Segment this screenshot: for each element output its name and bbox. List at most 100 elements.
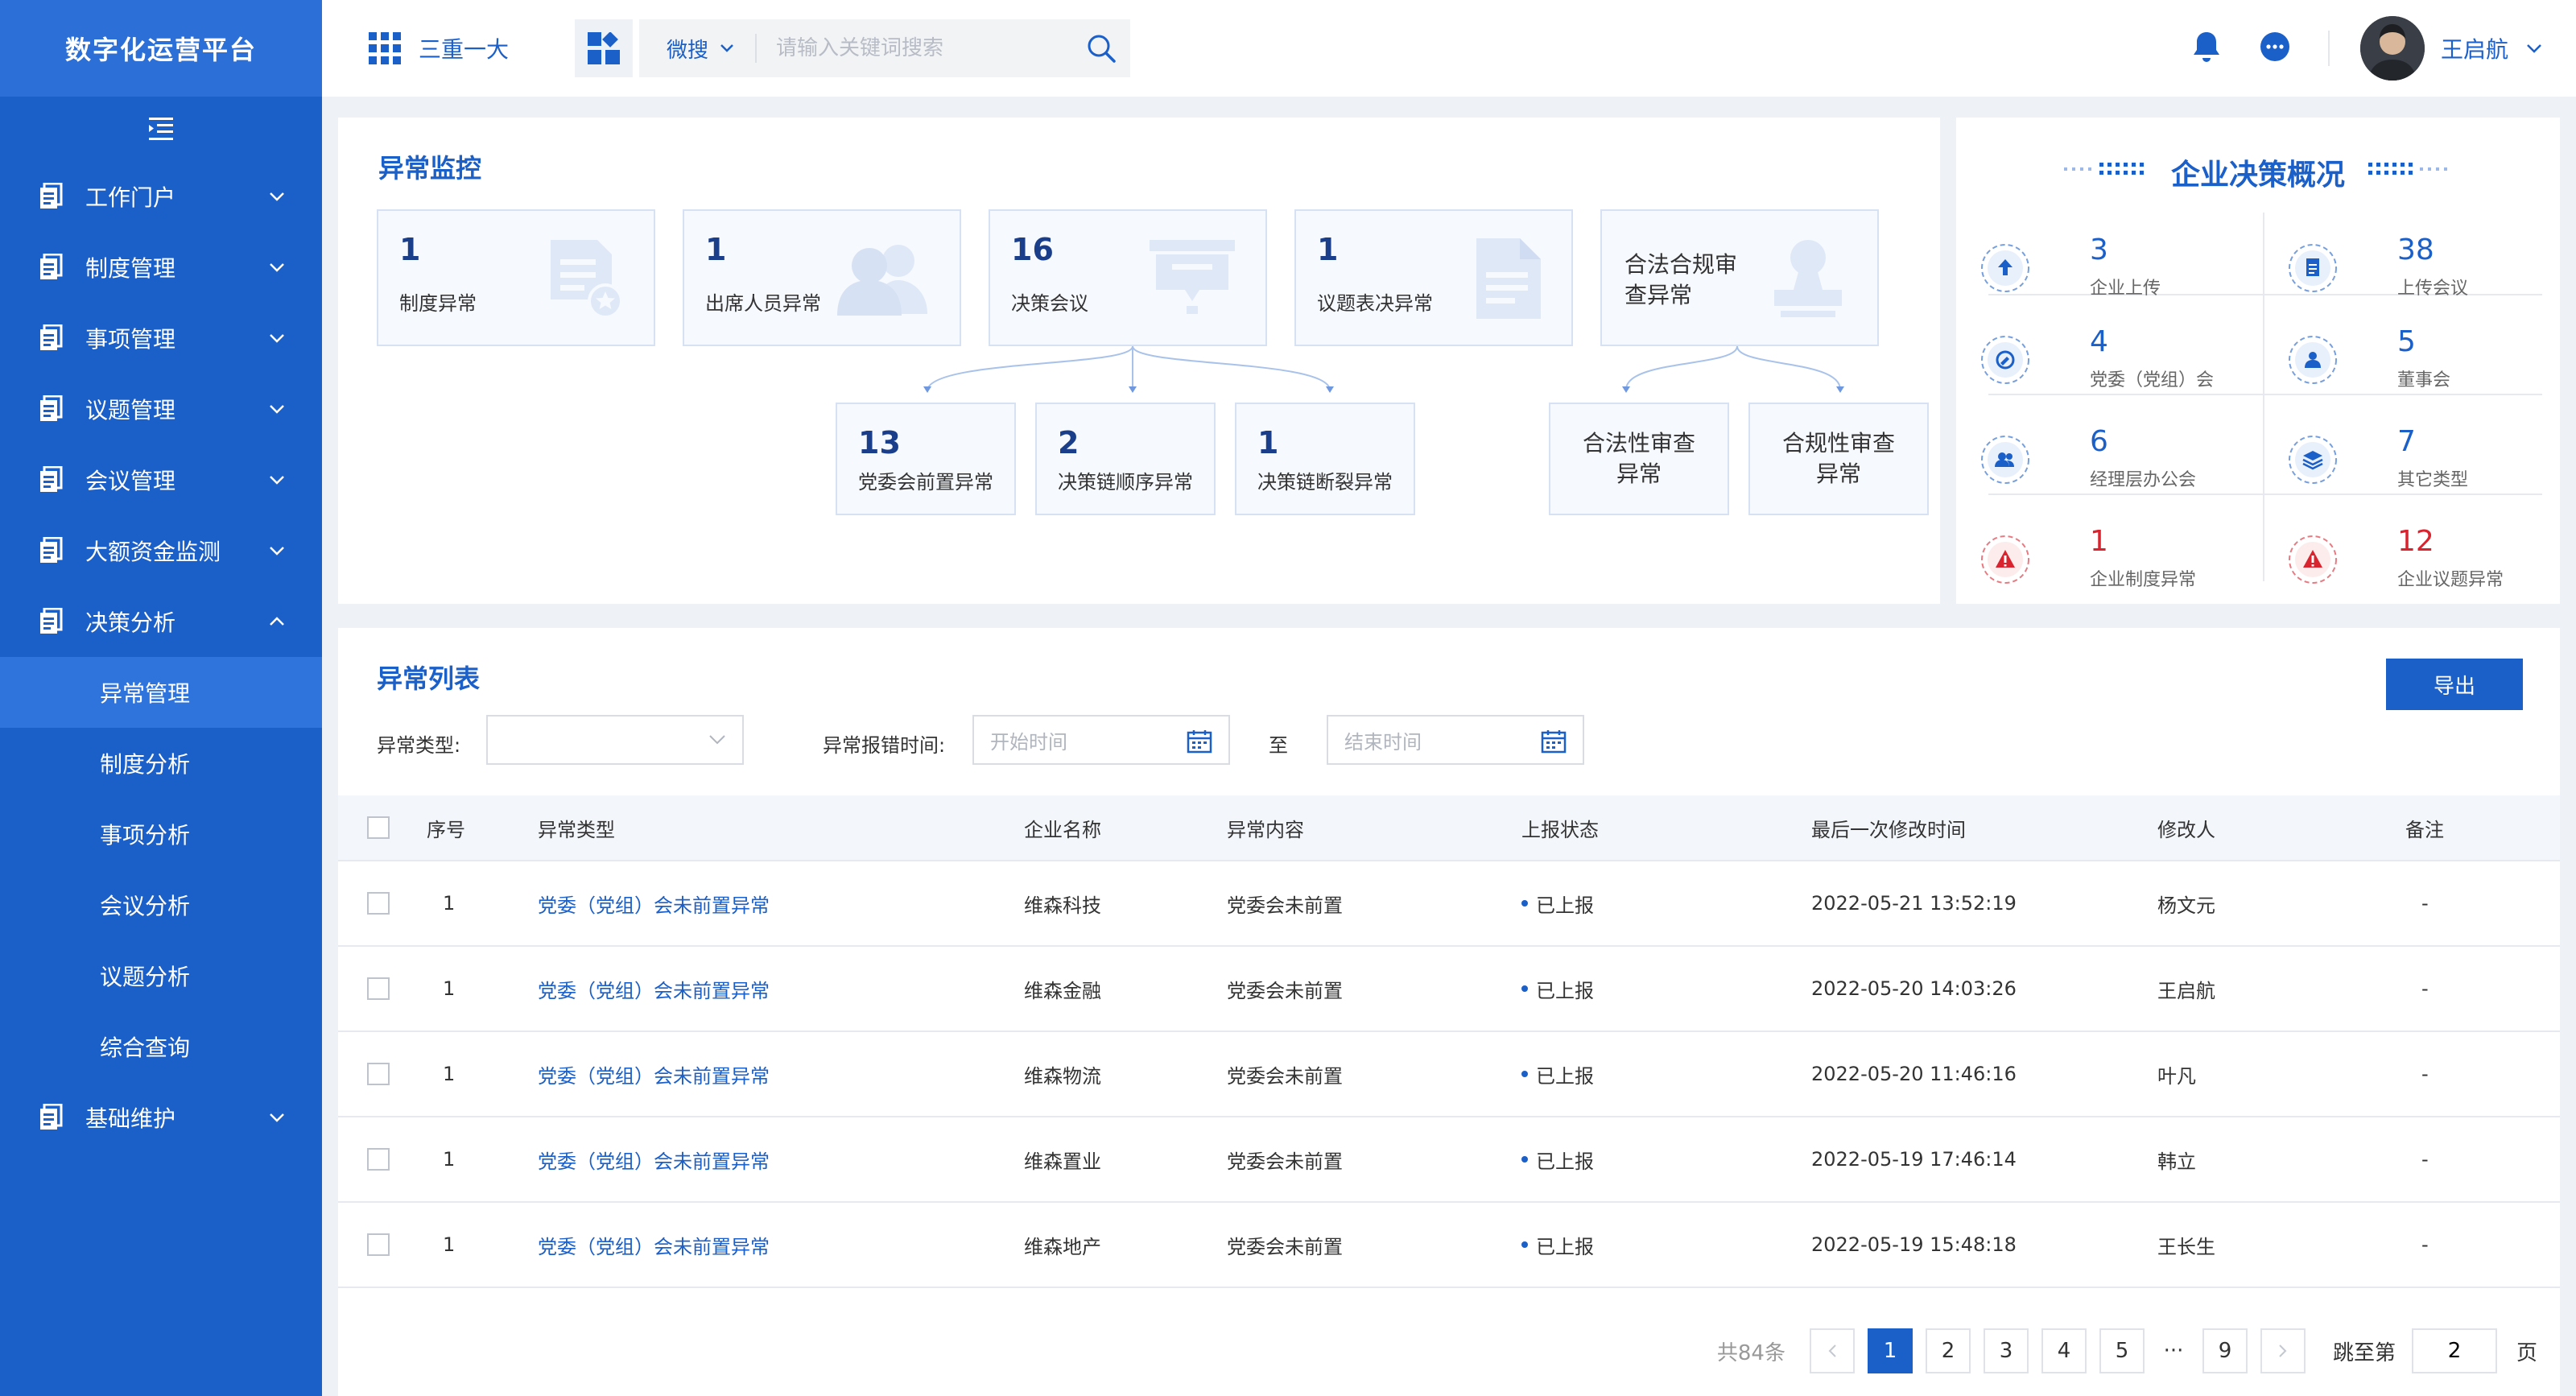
- row-cell-note: -: [2421, 1233, 2429, 1256]
- card-vote-anomaly[interactable]: 1 议题表决异常: [1294, 209, 1573, 346]
- sidebar-item[interactable]: 会议管理: [0, 444, 322, 515]
- status-text: 已上报: [1536, 979, 1594, 1002]
- export-button[interactable]: 导出: [2386, 659, 2523, 710]
- row-cell-editor: 韩立: [2157, 1150, 2196, 1173]
- anomaly-time-label: 异常报错时间:: [823, 734, 946, 757]
- anomaly-type-link[interactable]: 党委（党组）会未前置异常: [538, 1231, 770, 1259]
- sidebar-item[interactable]: 工作门户: [0, 161, 322, 232]
- message-button[interactable]: [2259, 31, 2291, 66]
- search-input[interactable]: [757, 36, 1072, 60]
- status-text: 已上报: [1536, 1150, 1594, 1173]
- row-checkbox[interactable]: [367, 892, 390, 915]
- topbar: 三重一大 微搜 王启航: [322, 0, 2576, 97]
- card-chain-order-anomaly[interactable]: 2 决策链顺序异常: [1035, 403, 1216, 515]
- card-policy-anomaly[interactable]: 1 制度异常: [377, 209, 655, 346]
- prev-page-button[interactable]: [1809, 1328, 1855, 1373]
- header-divider: [2327, 31, 2330, 66]
- pagination-ellipsis[interactable]: ···: [2157, 1328, 2190, 1373]
- card-decision-meeting[interactable]: 16 决策会议: [989, 209, 1267, 346]
- sidebar-item[interactable]: 议题管理: [0, 374, 322, 444]
- search-button[interactable]: [1072, 33, 1130, 64]
- sidebar-subitem[interactable]: 事项分析: [0, 799, 322, 869]
- page-button[interactable]: 1: [1867, 1328, 1913, 1373]
- col-header: 最后一次修改时间: [1811, 818, 1966, 841]
- sidebar-item-label: 基础维护: [85, 1105, 176, 1132]
- sidebar-subitem[interactable]: 综合查询: [0, 1011, 322, 1082]
- summary-stat-label: 董事会: [2397, 370, 2451, 390]
- sidebar-item[interactable]: 事项管理: [0, 303, 322, 374]
- row-checkbox[interactable]: [367, 1148, 390, 1171]
- row-checkbox[interactable]: [367, 1063, 390, 1085]
- select-all-checkbox[interactable]: [367, 816, 390, 839]
- collapse-sidebar-button[interactable]: [0, 97, 322, 161]
- document-star-icon: [551, 240, 623, 319]
- search-icon: [1088, 35, 1116, 63]
- card-party-precheck-anomaly[interactable]: 13 党委会前置异常: [836, 403, 1016, 515]
- page-button[interactable]: 4: [2041, 1328, 2087, 1373]
- sidebar-item[interactable]: 制度管理: [0, 232, 322, 303]
- col-header: 异常类型: [538, 818, 615, 841]
- page-button-last[interactable]: 9: [2202, 1328, 2248, 1373]
- card-label: 决策链断裂异常: [1257, 471, 1393, 494]
- summary-stat[interactable]: 5 董事会: [2264, 312, 2545, 412]
- sidebar-subitem[interactable]: 议题分析: [0, 940, 322, 1011]
- col-header: 修改人: [2157, 818, 2215, 841]
- summary-stat[interactable]: 6 经理层办公会: [1956, 412, 2238, 512]
- anomaly-type-link[interactable]: 党委（党组）会未前置异常: [538, 1146, 770, 1174]
- chevron-down-icon[interactable]: [2526, 43, 2542, 53]
- summary-stat[interactable]: 1 企业制度异常: [1956, 512, 2238, 612]
- search-scope-label: 微搜: [667, 38, 709, 63]
- row-checkbox[interactable]: [367, 1233, 390, 1256]
- card-label: 合规性审查异常: [1782, 430, 1896, 487]
- card-label: 合法性审查异常: [1583, 430, 1696, 487]
- card-legal-compliance-anomaly[interactable]: 合法合规审查异常: [1600, 209, 1879, 346]
- anomaly-type-link[interactable]: 党委（党组）会未前置异常: [538, 890, 770, 918]
- page-button[interactable]: 2: [1925, 1328, 1971, 1373]
- card-compliance-review-anomaly[interactable]: 合规性审查异常: [1748, 403, 1929, 515]
- col-header: 异常内容: [1227, 818, 1304, 841]
- sidebar-item[interactable]: 基础维护: [0, 1082, 322, 1153]
- end-time-input[interactable]: 结束时间: [1327, 715, 1584, 765]
- avatar[interactable]: [2359, 16, 2425, 81]
- chat-bubble-icon: [2260, 32, 2289, 61]
- card-value: 2: [1058, 425, 1080, 461]
- summary-stat[interactable]: 7 其它类型: [2264, 412, 2545, 512]
- file-icon: [1476, 238, 1541, 319]
- row-checkbox[interactable]: [367, 977, 390, 1000]
- sidebar-subitem[interactable]: 会议分析: [0, 869, 322, 940]
- notification-button[interactable]: [2191, 30, 2222, 67]
- document-icon: [40, 395, 63, 421]
- sidebar-subitem[interactable]: 异常管理: [0, 657, 322, 728]
- page-button[interactable]: 3: [1983, 1328, 2029, 1373]
- page-button[interactable]: 5: [2099, 1328, 2145, 1373]
- widgets-button[interactable]: [575, 19, 633, 77]
- card-attendee-anomaly[interactable]: 1 出席人员异常: [683, 209, 961, 346]
- document-icon: [40, 1104, 63, 1130]
- sidebar-item[interactable]: 决策分析: [0, 586, 322, 657]
- sidebar-subitem[interactable]: 制度分析: [0, 728, 322, 799]
- layers-icon: [2289, 436, 2337, 484]
- row-checkbox-cell: [367, 1203, 390, 1287]
- user-name[interactable]: 王启航: [2441, 32, 2508, 64]
- anomaly-type-link[interactable]: 党委（党组）会未前置异常: [538, 975, 770, 1003]
- search-scope-select[interactable]: 微搜: [639, 34, 758, 63]
- card-legality-review-anomaly[interactable]: 合法性审查异常: [1549, 403, 1729, 515]
- summary-stat[interactable]: 3 企业上传: [1956, 221, 2238, 320]
- summary-stat[interactable]: 38 上传会议: [2264, 221, 2545, 320]
- start-time-placeholder: 开始时间: [990, 730, 1067, 754]
- card-chain-break-anomaly[interactable]: 1 决策链断裂异常: [1235, 403, 1415, 515]
- summary-stat-value: 1: [2090, 525, 2108, 558]
- sidebar-item[interactable]: 大额资金监测: [0, 515, 322, 586]
- chevron-down-icon: [270, 1113, 284, 1122]
- start-time-input[interactable]: 开始时间: [972, 715, 1230, 765]
- row-cell-note: -: [2421, 892, 2429, 915]
- summary-stat[interactable]: 12 企业议题异常: [2264, 512, 2545, 612]
- sidebar-item-label: 议题管理: [85, 397, 176, 423]
- row-cell-editor: 王长生: [2157, 1235, 2215, 1258]
- app-switcher[interactable]: 三重一大: [369, 32, 509, 64]
- jump-page-input[interactable]: [2411, 1328, 2497, 1373]
- summary-stat[interactable]: 4 党委（党组）会: [1956, 312, 2238, 412]
- anomaly-type-select[interactable]: [486, 715, 744, 765]
- anomaly-type-link[interactable]: 党委（党组）会未前置异常: [538, 1060, 770, 1088]
- next-page-button[interactable]: [2260, 1328, 2306, 1373]
